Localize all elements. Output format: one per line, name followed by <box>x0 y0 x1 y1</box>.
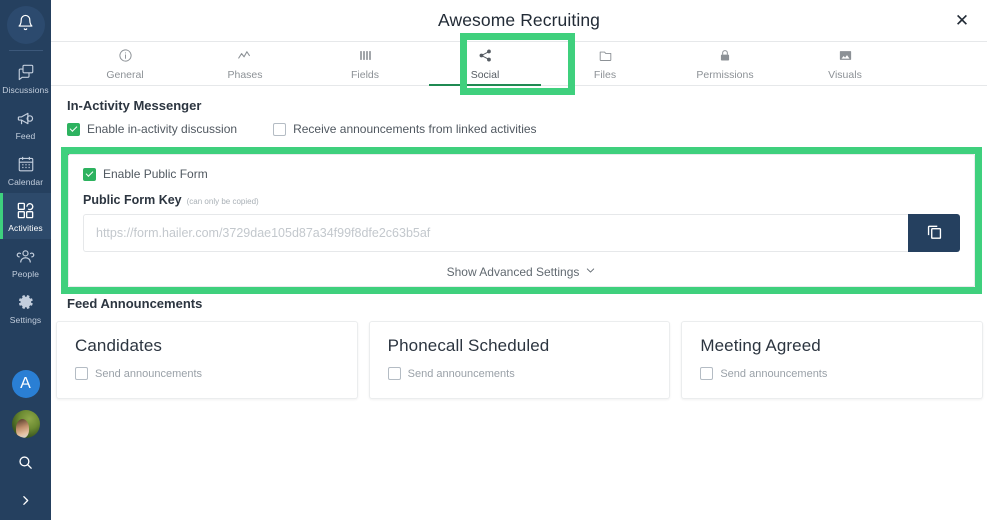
bell-icon <box>17 14 34 36</box>
sidebar-item-label: Discussions <box>2 85 49 95</box>
lock-icon <box>718 47 732 64</box>
sidebar-item-label: Calendar <box>7 177 44 187</box>
tab-fields[interactable]: Fields <box>305 42 425 85</box>
announcement-card-title: Meeting Agreed <box>700 336 821 355</box>
tab-bar: General Phases Fields Social Files Permi… <box>51 41 987 86</box>
tab-label: Phases <box>227 68 263 81</box>
gear-icon <box>17 292 35 312</box>
grid-icon <box>16 200 35 220</box>
receive-announcements-label: Receive announcements from linked activi… <box>293 122 537 136</box>
announcement-card: Candidates Send announcements <box>56 321 358 399</box>
discussions-icon <box>17 62 35 82</box>
sidebar-item-calendar[interactable]: Calendar <box>0 147 51 193</box>
public-form-key-input[interactable] <box>83 214 908 252</box>
public-form-key-label: Public Form Key <box>83 193 182 207</box>
receive-announcements-checkbox[interactable] <box>273 122 287 136</box>
sidebar-item-label: People <box>11 269 40 279</box>
tab-phases[interactable]: Phases <box>185 42 305 85</box>
image-icon <box>838 47 853 64</box>
info-circle-icon <box>118 47 133 64</box>
chevron-right-icon[interactable] <box>19 494 32 510</box>
sidebar-item-label: Settings <box>9 315 42 325</box>
announcement-card: Meeting Agreed Send announcements <box>681 321 984 399</box>
sidebar-item-settings[interactable]: Settings <box>0 285 51 331</box>
tab-label: Social <box>470 68 500 81</box>
columns-icon <box>358 47 373 64</box>
public-form-card: Enable Public Form Public Form Key (can … <box>68 154 975 287</box>
send-announcements-label: Send announcements <box>407 367 515 380</box>
send-announcements-checkbox[interactable] <box>700 367 714 380</box>
sidebar-item-discussions[interactable]: Discussions <box>0 55 51 101</box>
search-icon[interactable] <box>17 454 34 476</box>
tab-label: General <box>106 68 144 81</box>
megaphone-icon <box>16 108 35 128</box>
tab-general[interactable]: General <box>65 42 185 85</box>
people-icon <box>16 246 35 266</box>
enable-in-activity-discussion-checkbox[interactable] <box>67 122 80 136</box>
enable-public-form-label: Enable Public Form <box>103 167 208 181</box>
calendar-icon <box>17 154 35 174</box>
folder-icon <box>598 47 613 64</box>
public-form-card-body: Enable Public Form Public Form Key (can … <box>69 155 974 279</box>
trend-line-icon <box>236 47 254 64</box>
tab-visuals[interactable]: Visuals <box>785 42 905 85</box>
sidebar-item-activities[interactable]: Activities <box>0 193 51 239</box>
tab-social[interactable]: Social <box>425 42 545 86</box>
announcement-card-checkbox-row: Send announcements <box>700 367 964 380</box>
announcement-card: Phonecall Scheduled Send announcements <box>368 321 671 399</box>
public-form-key-row <box>83 214 960 252</box>
announcement-card-title: Candidates <box>75 336 163 355</box>
notifications-button[interactable] <box>6 6 45 44</box>
enable-public-form-checkbox[interactable] <box>83 167 96 181</box>
copy-public-form-key-button[interactable] <box>908 214 960 252</box>
modal-panel: Awesome Recruiting ✕ General Phases Fiel… <box>51 0 987 520</box>
send-announcements-label: Send announcements <box>720 367 828 380</box>
app-window: Discussions Feed Calendar Activities Peo… <box>0 0 987 520</box>
chevron-down-icon <box>585 265 596 279</box>
sidebar-item-label: Activities <box>8 223 43 233</box>
share-icon <box>478 47 493 64</box>
tab-permissions[interactable]: Permissions <box>665 42 785 85</box>
feed-announcements-cards: Candidates Send announcements Phonecall … <box>56 321 984 399</box>
send-announcements-label: Send announcements <box>95 367 203 380</box>
tab-label: Visuals <box>828 68 862 81</box>
messenger-section-title: In-Activity Messenger <box>67 98 202 113</box>
sidebar-item-feed[interactable]: Feed <box>0 101 51 147</box>
send-announcements-checkbox[interactable] <box>75 367 88 380</box>
tab-label: Files <box>593 68 617 81</box>
announcement-card-title: Phonecall Scheduled <box>387 336 550 355</box>
show-advanced-settings-button[interactable]: Show Advanced Settings <box>83 265 960 279</box>
show-advanced-settings-label: Show Advanced Settings <box>446 265 580 279</box>
sidebar-item-people[interactable]: People <box>0 239 51 285</box>
announcement-card-checkbox-row: Send announcements <box>387 367 652 380</box>
tab-label: Permissions <box>696 68 754 81</box>
user-avatar[interactable] <box>11 410 40 438</box>
sidebar-item-label: Feed <box>15 131 36 141</box>
modal-titlebar: Awesome Recruiting ✕ <box>51 0 987 41</box>
copy-icon <box>925 222 944 244</box>
close-icon[interactable]: ✕ <box>949 7 975 33</box>
enable-public-form-row: Enable Public Form <box>83 167 960 181</box>
send-announcements-checkbox[interactable] <box>387 367 401 380</box>
tab-files[interactable]: Files <box>545 42 665 85</box>
tab-label: Fields <box>350 68 379 81</box>
feed-announcements-title: Feed Announcements <box>67 296 203 311</box>
sidebar-divider <box>8 50 43 51</box>
page-title: Awesome Recruiting <box>438 10 600 30</box>
app-sidebar: Discussions Feed Calendar Activities Peo… <box>0 0 51 520</box>
announcement-card-checkbox-row: Send announcements <box>75 367 339 380</box>
messenger-checkbox-row: Enable in-activity discussion Receive an… <box>51 122 987 136</box>
public-form-key-note: (can only be copied) <box>186 197 259 206</box>
org-avatar[interactable]: A <box>11 370 40 398</box>
public-form-key-label-row: Public Form Key (can only be copied) <box>83 193 960 207</box>
enable-in-activity-discussion-label: Enable in-activity discussion <box>87 122 238 136</box>
